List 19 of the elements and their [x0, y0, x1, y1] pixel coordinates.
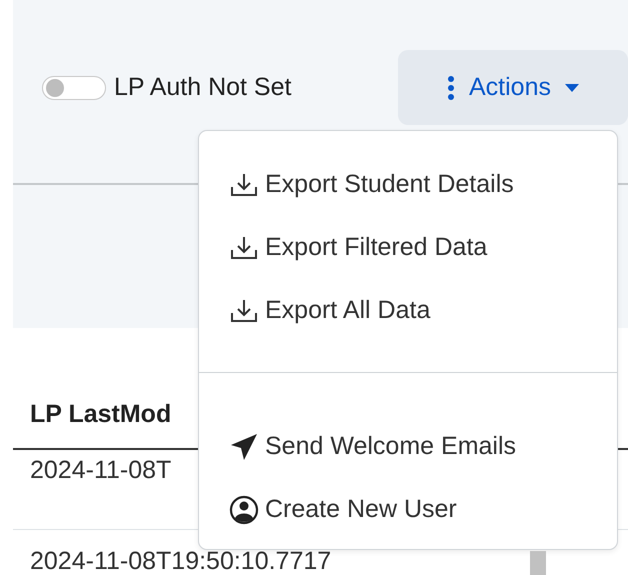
actions-button[interactable]: Actions [398, 50, 628, 125]
download-icon [229, 298, 259, 324]
column-header: LP LastMod [30, 400, 172, 428]
caret-icon [564, 84, 579, 92]
user-circle-icon [229, 494, 259, 524]
menu-item[interactable]: Export All Data [199, 279, 617, 342]
download-icon [229, 172, 259, 198]
scrollbar-thumb[interactable] [530, 551, 546, 575]
download-icon [229, 234, 259, 260]
table-cell: 2024-11-08T [30, 456, 172, 484]
paper-plane-icon [229, 432, 259, 462]
menu-item[interactable]: Send Welcome Emails [199, 415, 617, 478]
table-cell: 2024-11-08T19:50:10.7717 [30, 548, 332, 574]
menu-item[interactable]: Create New User [199, 478, 617, 541]
toggle-switch[interactable] [42, 76, 106, 100]
menu-item[interactable]: Export Student Details [199, 153, 617, 216]
menu-item[interactable]: Export Filtered Data [199, 216, 617, 279]
more-icon [447, 76, 455, 100]
toggle-label: LP Auth Not Set [114, 73, 292, 102]
